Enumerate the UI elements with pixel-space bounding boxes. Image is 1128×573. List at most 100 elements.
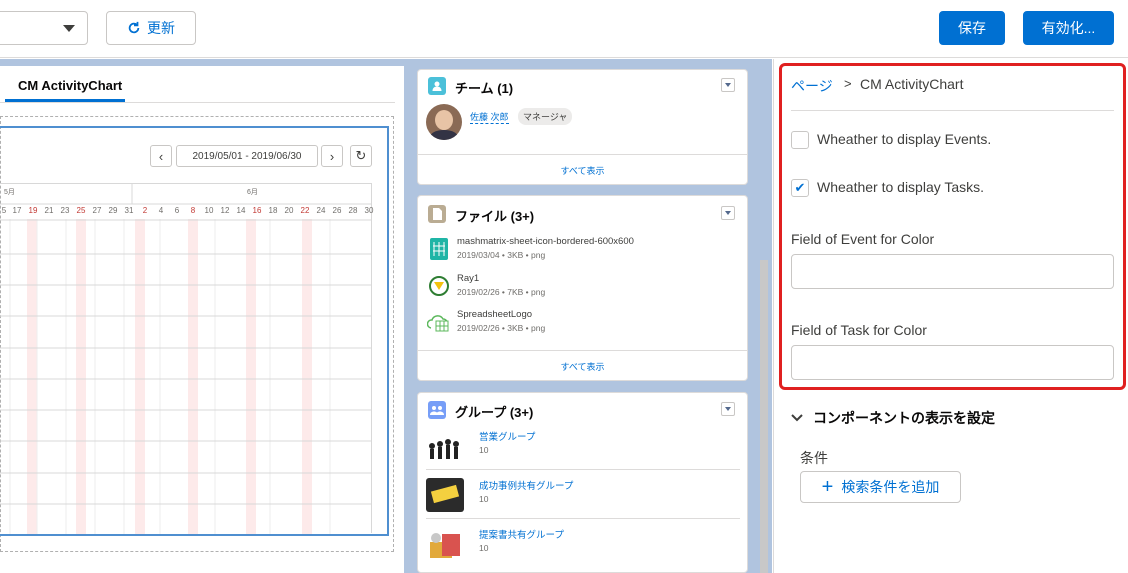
divider (426, 469, 740, 470)
group-member-count: 10 (479, 445, 489, 455)
team-member-name[interactable]: 佐藤 次郎 (470, 110, 509, 124)
activate-button[interactable]: 有効化... (1023, 11, 1114, 45)
divider (791, 110, 1114, 111)
day-label: 27 (92, 206, 102, 215)
checkmark-icon: ✔ (794, 180, 806, 195)
component-visibility-section[interactable]: コンポーネントの表示を設定 (791, 408, 995, 428)
prev-period-button[interactable]: ‹ (150, 145, 172, 167)
group-image (426, 478, 464, 512)
top-toolbar: 更新 保存 有効化... (0, 0, 1128, 58)
day-label: 24 (316, 206, 326, 215)
refresh-button-label: 更新 (147, 20, 175, 36)
files-card-menu-button[interactable] (721, 206, 735, 220)
day-label: 8 (190, 206, 196, 215)
day-label: 31 (124, 206, 134, 215)
tab-divider (0, 102, 395, 103)
divider (417, 350, 748, 351)
add-filter-label: 検索条件を追加 (841, 479, 940, 495)
canvas-scrollbar[interactable] (760, 260, 768, 573)
ray-logo-icon (429, 276, 449, 296)
refresh-button[interactable]: 更新 (106, 11, 196, 45)
team-card-menu-button[interactable] (721, 78, 735, 92)
day-label: 28 (348, 206, 358, 215)
group-name[interactable]: 提案書共有グループ (479, 527, 564, 541)
team-icon (428, 77, 446, 95)
chevron-down-icon (791, 414, 803, 422)
plus-icon: + (821, 476, 834, 498)
day-label: 4 (158, 206, 164, 215)
group-member-count: 10 (479, 494, 489, 504)
day-label: 26 (332, 206, 342, 215)
task-color-field-label: Field of Task for Color (791, 322, 927, 338)
team-view-all-link[interactable]: すべて表示 (417, 164, 748, 177)
group-name[interactable]: 営業グループ (479, 429, 535, 443)
month-label: 5月 (4, 189, 15, 196)
groups-card-menu-button[interactable] (721, 402, 735, 416)
files-card-title: ファイル (3+) (455, 209, 535, 224)
day-label: 5 (1, 206, 7, 215)
day-label: 6 (174, 206, 180, 215)
day-label: 22 (300, 206, 310, 215)
file-name[interactable]: Ray1 (457, 273, 479, 284)
task-color-field[interactable] (791, 345, 1114, 380)
display-tasks-label: Wheather to display Tasks. (817, 179, 985, 195)
conditions-label: 条件 (800, 450, 828, 466)
day-label: 17 (12, 206, 22, 215)
event-color-field[interactable] (791, 254, 1114, 289)
divider (417, 154, 748, 155)
display-events-checkbox[interactable] (791, 131, 809, 149)
add-filter-button[interactable]: + 検索条件を追加 (800, 471, 961, 503)
breadcrumb-page-link[interactable]: ページ (791, 76, 833, 96)
day-label: 12 (220, 206, 230, 215)
day-label: 29 (108, 206, 118, 215)
day-label: 2 (142, 206, 148, 215)
breadcrumb-current: CM ActivityChart (860, 76, 964, 92)
group-image (428, 528, 464, 562)
app-selector-dropdown[interactable] (0, 11, 88, 45)
visibility-header-label: コンポーネントの表示を設定 (813, 410, 995, 426)
file-icon (428, 205, 446, 223)
event-color-field-label: Field of Event for Color (791, 231, 935, 247)
day-label: 18 (268, 206, 278, 215)
breadcrumb-separator: > (844, 76, 852, 91)
spreadsheet-file-icon (430, 238, 448, 260)
display-events-label: Wheather to display Events. (817, 131, 992, 147)
groups-card-title: グループ (3+) (455, 405, 534, 420)
next-period-button[interactable]: › (321, 145, 343, 167)
month-label: 6月 (247, 189, 258, 196)
group-name[interactable]: 成功事例共有グループ (479, 478, 573, 492)
day-label: 19 (28, 206, 38, 215)
file-meta: 2019/03/04 • 3KB • png (457, 250, 546, 260)
day-label: 23 (60, 206, 70, 215)
gantt-grid (0, 183, 372, 534)
team-card-title: チーム (1) (455, 81, 514, 96)
day-label: 21 (44, 206, 54, 215)
day-label: 10 (204, 206, 214, 215)
day-label: 14 (236, 206, 246, 215)
files-view-all-link[interactable]: すべて表示 (417, 360, 748, 373)
group-member-count: 10 (479, 543, 489, 553)
file-name[interactable]: mashmatrix-sheet-icon-bordered-600x600 (457, 236, 634, 247)
day-label: 20 (284, 206, 294, 215)
spreadsheet-logo-icon (426, 312, 451, 332)
date-range-display: 2019/05/01 - 2019/06/30 (176, 145, 318, 167)
display-tasks-checkbox[interactable]: ✔ (791, 179, 809, 197)
day-label: 16 (252, 206, 262, 215)
group-icon (428, 401, 446, 419)
highlight-box (779, 63, 1126, 390)
file-meta: 2019/02/26 • 3KB • png (457, 323, 546, 333)
refresh-icon (128, 21, 140, 34)
day-label: 25 (76, 206, 86, 215)
tab-cm-activitychart[interactable]: CM ActivityChart (18, 78, 122, 93)
chart-refresh-button[interactable]: ↻ (350, 145, 372, 167)
team-member-role-badge: マネージャ (518, 108, 573, 125)
save-button[interactable]: 保存 (939, 11, 1005, 45)
gantt-grid-lines (0, 184, 372, 534)
file-meta: 2019/02/26 • 7KB • png (457, 287, 546, 297)
chevron-down-icon (63, 25, 75, 32)
avatar[interactable] (426, 104, 462, 140)
day-label: 30 (364, 206, 374, 215)
divider (426, 518, 740, 519)
file-name[interactable]: SpreadsheetLogo (457, 309, 532, 320)
group-image (426, 432, 464, 462)
